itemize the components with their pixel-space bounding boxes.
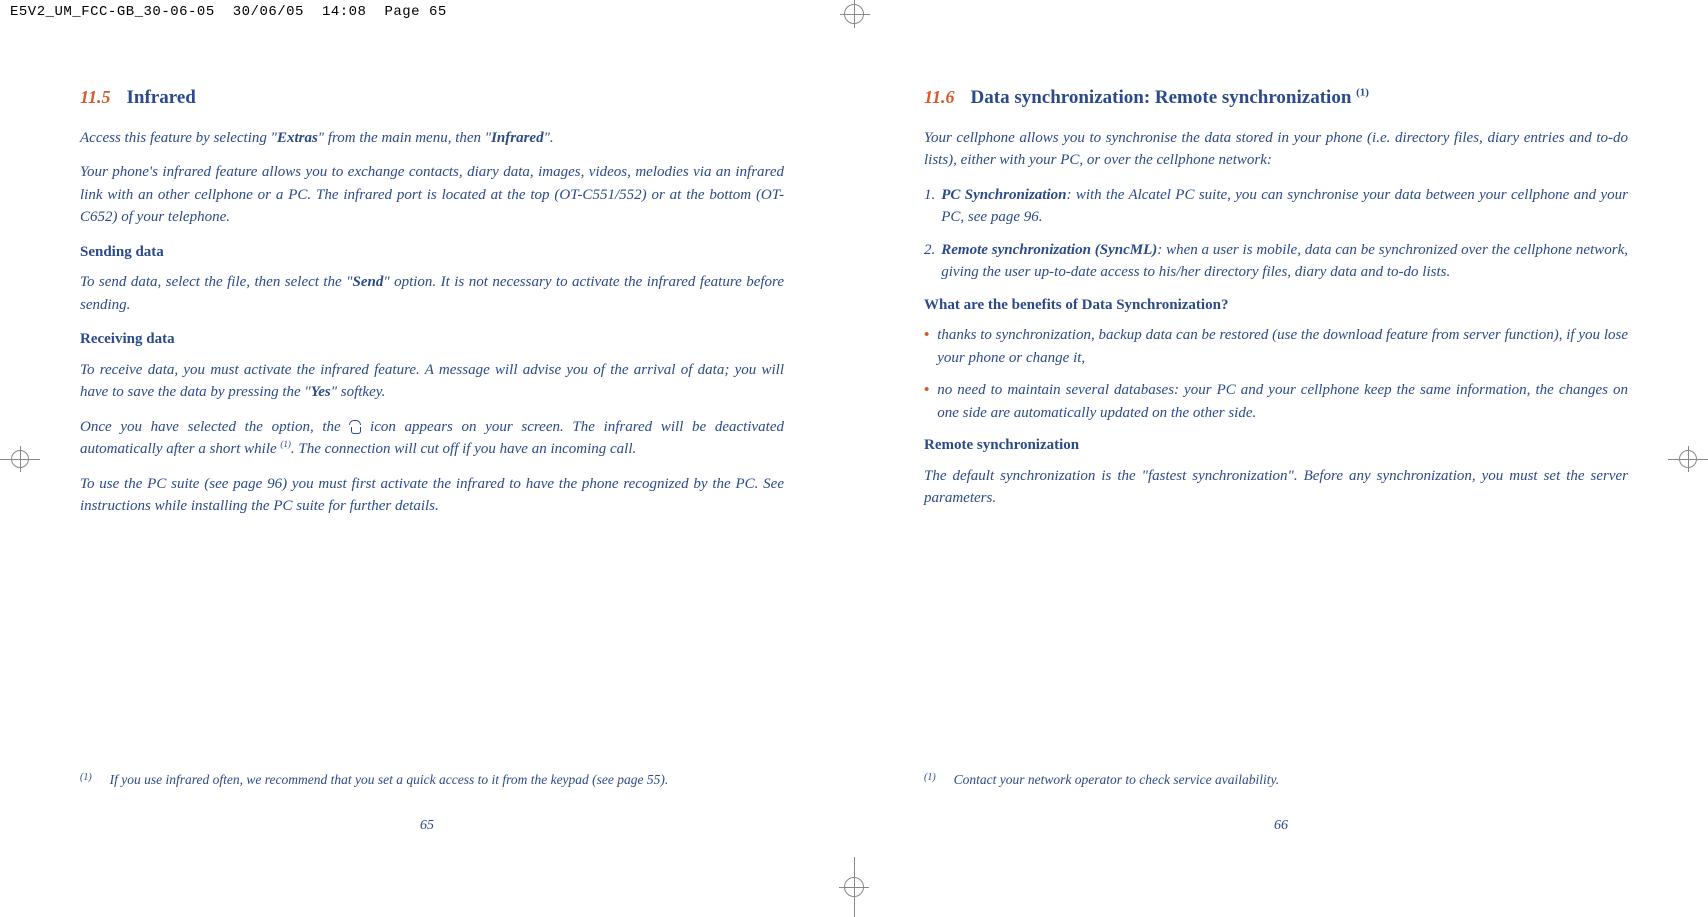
header-file: E5V2_UM_FCC-GB_30-06-05 bbox=[10, 4, 215, 20]
footnote-ref: (1) bbox=[280, 439, 291, 449]
section-title: Infrared bbox=[127, 84, 196, 113]
para-description: Your phone's infrared feature allows you… bbox=[80, 161, 784, 229]
numbered-list: 1. PC Synchronization: with the Alcatel … bbox=[924, 184, 1628, 284]
kw-pc-sync: PC Synchronization bbox=[941, 187, 1066, 203]
bullet-backup: thanks to synchronization, backup data c… bbox=[924, 324, 1628, 369]
footnote-right: (1) Contact your network operator to che… bbox=[924, 770, 1628, 790]
footnote-text: If you use infrared often, we recommend … bbox=[110, 770, 784, 790]
section-heading-11-5: 11.5 Infrared bbox=[80, 84, 784, 113]
subhead-sending: Sending data bbox=[80, 241, 784, 264]
header-date: 30/06/05 bbox=[233, 4, 304, 20]
bullet-list: thanks to synchronization, backup data c… bbox=[924, 324, 1628, 424]
para-icon: Once you have selected the option, the i… bbox=[80, 416, 784, 461]
bullet-databases: no need to maintain several databases: y… bbox=[924, 379, 1628, 424]
para-receiving: To receive data, you must activate the i… bbox=[80, 359, 784, 404]
list-item-remote-sync: 2. Remote synchronization (SyncML): when… bbox=[924, 239, 1628, 284]
kw-extras: Extras bbox=[277, 130, 318, 146]
footnote-mark: (1) bbox=[80, 770, 92, 790]
kw-send: Send bbox=[352, 274, 383, 290]
section-title: Data synchronization: Remote synchroniza… bbox=[971, 84, 1369, 113]
subhead-receiving: Receiving data bbox=[80, 328, 784, 351]
page-left: 11.5 Infrared Access this feature by sel… bbox=[0, 70, 854, 850]
crop-mark-top bbox=[824, 0, 884, 28]
page-spread: 11.5 Infrared Access this feature by sel… bbox=[0, 70, 1708, 850]
section-footnote-ref: (1) bbox=[1356, 87, 1369, 99]
subhead-remote: Remote synchronization bbox=[924, 434, 1628, 457]
header-time: 14:08 bbox=[322, 4, 367, 20]
page-number-right: 66 bbox=[854, 815, 1708, 836]
kw-infrared: Infrared bbox=[491, 130, 544, 146]
section-number: 11.5 bbox=[80, 84, 111, 111]
subhead-benefits: What are the benefits of Data Synchroniz… bbox=[924, 294, 1628, 317]
header-pageref: Page 65 bbox=[384, 4, 446, 20]
section-heading-11-6: 11.6 Data synchronization: Remote synchr… bbox=[924, 84, 1628, 113]
para-intro: Your cellphone allows you to synchronise… bbox=[924, 127, 1628, 172]
footnote-left: (1) If you use infrared often, we recomm… bbox=[80, 770, 784, 790]
para-pcsuite: To use the PC suite (see page 96) you mu… bbox=[80, 473, 784, 518]
footnote-text: Contact your network operator to check s… bbox=[954, 770, 1628, 790]
list-item-pc-sync: 1. PC Synchronization: with the Alcatel … bbox=[924, 184, 1628, 229]
para-access: Access this feature by selecting "Extras… bbox=[80, 127, 784, 150]
page-right: 11.6 Data synchronization: Remote synchr… bbox=[854, 70, 1708, 850]
section-number: 11.6 bbox=[924, 84, 955, 111]
para-sending: To send data, select the file, then sele… bbox=[80, 271, 784, 316]
print-header: E5V2_UM_FCC-GB_30-06-05 30/06/05 14:08 P… bbox=[0, 0, 457, 24]
kw-syncml: Remote synchronization (SyncML) bbox=[941, 242, 1157, 258]
crop-mark-bottom bbox=[824, 857, 884, 917]
kw-yes: Yes bbox=[311, 384, 331, 400]
page-number-left: 65 bbox=[0, 815, 854, 836]
footnote-mark: (1) bbox=[924, 770, 936, 790]
para-default-sync: The default synchronization is the "fast… bbox=[924, 465, 1628, 510]
infrared-icon bbox=[349, 420, 361, 434]
